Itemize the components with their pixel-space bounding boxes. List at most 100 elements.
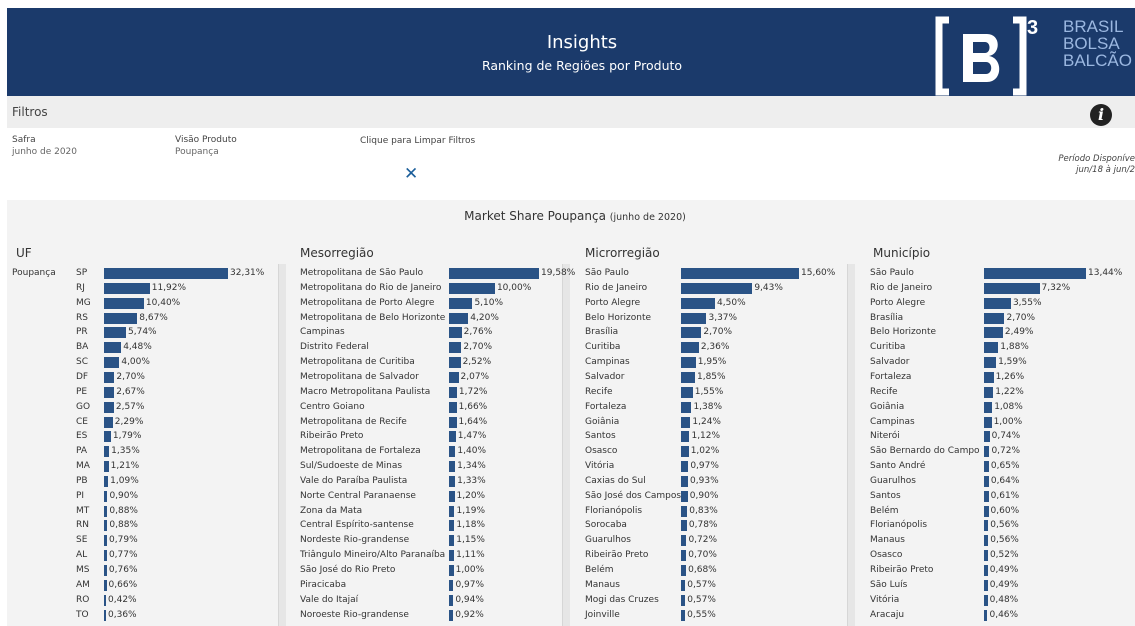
bar-mark[interactable] <box>104 342 122 354</box>
bar-mark[interactable] <box>104 565 107 576</box>
bar-mark[interactable] <box>104 579 107 591</box>
bar-mark[interactable] <box>984 446 990 458</box>
bar-mark[interactable] <box>681 609 686 621</box>
bar-mark[interactable] <box>104 461 109 473</box>
safra-filter[interactable]: Safra junho de 2020 <box>12 134 77 158</box>
bar-mark[interactable] <box>984 594 988 606</box>
bar-mark[interactable] <box>449 520 455 532</box>
bar-mark[interactable] <box>681 371 695 383</box>
bar-mark[interactable] <box>681 535 687 547</box>
bar-mark[interactable] <box>681 297 716 309</box>
bar-mark[interactable] <box>104 357 120 369</box>
bar-mark[interactable] <box>984 282 1040 294</box>
bar-mark[interactable] <box>984 416 992 428</box>
bar-mark[interactable] <box>681 520 687 532</box>
bar-mark[interactable] <box>449 535 455 547</box>
bar-mark[interactable] <box>449 371 459 383</box>
bar-mark[interactable] <box>984 312 1005 324</box>
bar-mark[interactable] <box>449 609 454 621</box>
bar-mark[interactable] <box>449 401 457 413</box>
info-icon[interactable]: i <box>1090 104 1112 126</box>
bar-mark[interactable] <box>449 357 461 369</box>
bar-mark[interactable] <box>104 505 108 517</box>
bar-mark[interactable] <box>984 579 988 591</box>
bar-mark[interactable] <box>984 357 997 369</box>
bar-mark[interactable] <box>104 401 114 413</box>
bar-mark[interactable] <box>104 490 108 502</box>
bar-mark[interactable] <box>681 490 688 502</box>
scrollbar-micro[interactable] <box>847 264 855 626</box>
bar-mark[interactable] <box>681 416 691 428</box>
bar-mark[interactable] <box>984 461 989 473</box>
bar-mark[interactable] <box>449 282 495 294</box>
bar-mark[interactable] <box>449 461 456 473</box>
bar-mark[interactable] <box>449 579 454 591</box>
bar-mark[interactable] <box>681 357 696 369</box>
bar-mark[interactable] <box>104 386 115 398</box>
bar-mark[interactable] <box>681 401 692 413</box>
bar-mark[interactable] <box>681 312 707 324</box>
bar-mark[interactable] <box>104 268 228 279</box>
bar-mark[interactable] <box>984 565 988 576</box>
bar-mark[interactable] <box>681 342 699 354</box>
bar-mark[interactable] <box>984 475 989 487</box>
scrollbar-meso[interactable] <box>562 264 570 626</box>
bar-mark[interactable] <box>104 312 138 324</box>
bar-mark[interactable] <box>681 594 686 606</box>
bar-mark[interactable] <box>984 490 989 502</box>
bar-mark[interactable] <box>984 401 993 413</box>
bar-mark[interactable] <box>104 282 150 294</box>
bar-mark[interactable] <box>104 520 108 532</box>
bar-mark[interactable] <box>681 579 686 591</box>
bar-mark[interactable] <box>104 416 113 428</box>
bar-mark[interactable] <box>104 327 127 339</box>
bar-mark[interactable] <box>681 327 702 339</box>
bar-mark[interactable] <box>681 386 693 398</box>
bar-mark[interactable] <box>104 594 106 606</box>
bar-mark[interactable] <box>104 431 111 443</box>
bar-mark[interactable] <box>449 268 539 279</box>
bar-mark[interactable] <box>681 431 690 443</box>
bar-mark[interactable] <box>984 505 989 517</box>
clear-filters-icon[interactable]: ✕ <box>404 164 418 184</box>
bar-mark[interactable] <box>984 371 994 383</box>
bar-mark[interactable] <box>449 327 462 339</box>
bar-mark[interactable] <box>449 475 456 487</box>
bar-mark[interactable] <box>449 446 456 458</box>
bar-mark[interactable] <box>104 550 107 562</box>
visao-produto-filter[interactable]: Visão Produto Poupança <box>175 134 237 158</box>
bar-mark[interactable] <box>984 431 990 443</box>
bar-mark[interactable] <box>681 565 687 576</box>
bar-mark[interactable] <box>984 327 1003 339</box>
bar-mark[interactable] <box>104 535 108 547</box>
bar-mark[interactable] <box>984 535 989 547</box>
bar-mark[interactable] <box>681 268 799 279</box>
bar-mark[interactable] <box>681 550 687 562</box>
bar-mark[interactable] <box>104 446 110 458</box>
bar-mark[interactable] <box>449 565 454 576</box>
bar-mark[interactable] <box>449 342 462 354</box>
bar-mark[interactable] <box>984 550 988 562</box>
bar-mark[interactable] <box>104 609 106 621</box>
bar-mark[interactable] <box>449 594 454 606</box>
bar-mark[interactable] <box>984 297 1011 309</box>
bar-mark[interactable] <box>681 461 689 473</box>
bar-mark[interactable] <box>984 609 988 621</box>
bar-mark[interactable] <box>104 475 109 487</box>
bar-mark[interactable] <box>449 416 457 428</box>
bar-mark[interactable] <box>449 297 473 309</box>
bar-mark[interactable] <box>681 505 688 517</box>
bar-mark[interactable] <box>449 505 455 517</box>
scrollbar-uf[interactable] <box>278 264 286 626</box>
bar-mark[interactable] <box>984 342 999 354</box>
bar-mark[interactable] <box>104 371 115 383</box>
bar-mark[interactable] <box>449 431 456 443</box>
bar-mark[interactable] <box>449 490 455 502</box>
bar-mark[interactable] <box>984 386 994 398</box>
bar-mark[interactable] <box>681 446 689 458</box>
bar-mark[interactable] <box>449 312 469 324</box>
bar-mark[interactable] <box>984 268 1086 279</box>
bar-mark[interactable] <box>104 297 144 309</box>
bar-mark[interactable] <box>681 282 753 294</box>
bar-mark[interactable] <box>449 386 457 398</box>
